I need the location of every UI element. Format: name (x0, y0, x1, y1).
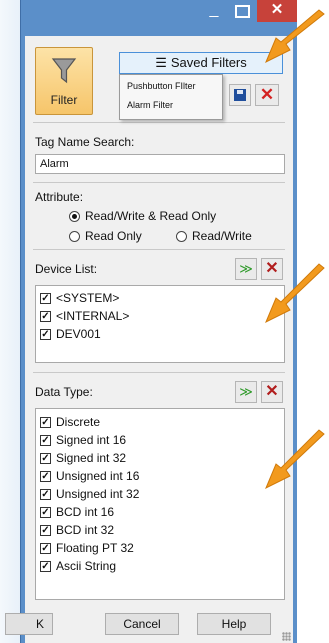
datatype-item-signed-int-32[interactable]: ✓ Signed int 32 (36, 449, 284, 467)
filter-button[interactable]: Filter (35, 47, 93, 115)
list-item-label: Signed int 32 (56, 451, 127, 465)
checkbox-checked-icon: ✓ (40, 488, 51, 500)
datatype-item-unsigned-int-32[interactable]: ✓ Unsigned int 32 (36, 485, 284, 503)
datatype-item-discrete[interactable]: ✓ Discrete (36, 413, 284, 431)
radio-label: Read/Write (192, 229, 252, 243)
filter-button-label: Filter (50, 93, 78, 107)
datatype-select-all-button[interactable]: ≫ (235, 381, 257, 403)
data-type-list-box: ✓ Discrete ✓ Signed int 16 ✓ Signed int 32 … (35, 408, 285, 600)
radio-read-write-and-read-only[interactable]: Read/Write & Read Only (69, 209, 216, 223)
data-type-header: Data Type: ≫ ✕ (35, 381, 285, 403)
checkbox-checked-icon: ✓ (40, 416, 51, 428)
datatype-item-bcd-int-32[interactable]: ✓ BCD int 32 (36, 521, 284, 539)
checkbox-checked-icon: ✓ (40, 506, 51, 518)
checkbox-checked-icon: ✓ (40, 524, 51, 536)
funnel-icon (51, 58, 77, 84)
radio-selected-icon (69, 210, 80, 222)
checkbox-checked-icon: ✓ (40, 328, 51, 340)
device-list-label: Device List: (35, 262, 98, 276)
dialog-client-area: Filter ☰ Saved Filters Pushbutton FIlter … (5, 36, 293, 643)
checkbox-checked-icon: ✓ (40, 434, 51, 446)
separator (33, 249, 285, 250)
saved-filters-label: Saved Filters (170, 55, 247, 70)
radio-label: Read Only (85, 229, 142, 243)
device-item-dev001[interactable]: ✓ DEV001 (36, 325, 284, 343)
datatype-item-signed-int-16[interactable]: ✓ Signed int 16 (36, 431, 284, 449)
annotation-arrow-data-type (265, 429, 325, 490)
datatype-item-ascii-string[interactable]: ✓ Ascii String (36, 557, 284, 575)
tag-name-search-input[interactable]: Alarm (35, 154, 285, 174)
list-item-label: <INTERNAL> (56, 309, 130, 323)
menu-item-pushbutton-filter[interactable]: Pushbutton FIlter (120, 77, 222, 96)
datatype-item-unsigned-int-16[interactable]: ✓ Unsigned int 16 (36, 467, 284, 485)
list-item-label: BCD int 16 (56, 505, 115, 519)
saved-filters-menu: Pushbutton FIlter Alarm Filter (119, 74, 223, 120)
annotation-arrow-saved-filters (265, 9, 325, 64)
checkbox-checked-icon: ✓ (40, 560, 51, 572)
resize-grip[interactable] (282, 632, 291, 641)
list-icon: ☰ (155, 55, 167, 70)
check-all-icon: ≫ (239, 261, 253, 276)
ok-button[interactable]: K (5, 613, 53, 635)
saved-filters-button[interactable]: ☰ Saved Filters (119, 52, 283, 74)
data-type-label: Data Type: (35, 385, 93, 399)
tag-name-search-label: Tag Name Search: (35, 135, 135, 149)
datatype-item-floating-pt-32[interactable]: ✓ Floating PT 32 (36, 539, 284, 557)
checkbox-checked-icon: ✓ (40, 470, 51, 482)
dialog-footer: K Cancel Help (5, 606, 293, 643)
radio-read-only[interactable]: Read Only (69, 229, 142, 243)
menu-item-alarm-filter[interactable]: Alarm Filter (120, 96, 222, 115)
list-item-label: Signed int 16 (56, 433, 127, 447)
device-item-system[interactable]: ✓ <SYSTEM> (36, 289, 284, 307)
datatype-clear-all-button[interactable]: ✕ (261, 381, 283, 403)
list-item-label: BCD int 32 (56, 523, 115, 537)
title-bar: _ ✕ (21, 0, 297, 36)
radio-unselected-icon (69, 230, 80, 242)
separator (33, 122, 285, 123)
list-item-label: Ascii String (56, 559, 117, 573)
minimize-button[interactable]: _ (201, 0, 227, 22)
annotation-arrow-device-list (265, 263, 325, 324)
attribute-label: Attribute: (35, 190, 84, 204)
uncheck-all-icon: ✕ (265, 383, 279, 400)
radio-unselected-icon (176, 230, 187, 242)
floppy-disk-icon (234, 89, 246, 101)
checkbox-checked-icon: ✓ (40, 310, 51, 322)
filter-dialog: _ ✕ Filter ☰ Saved Filters Pushbutton FIl… (5, 0, 297, 643)
check-all-icon: ≫ (239, 384, 253, 399)
list-item-label: Discrete (56, 415, 101, 429)
device-list-header: Device List: ≫ ✕ (35, 258, 285, 280)
datatype-item-bcd-int-16[interactable]: ✓ BCD int 16 (36, 503, 284, 521)
cancel-button[interactable]: Cancel (105, 613, 179, 635)
save-filter-button[interactable] (229, 84, 251, 106)
maximize-button[interactable] (229, 0, 255, 22)
list-item-label: Floating PT 32 (56, 541, 134, 555)
device-item-internal[interactable]: ✓ <INTERNAL> (36, 307, 284, 325)
separator (33, 182, 285, 183)
device-list-box: ✓ <SYSTEM> ✓ <INTERNAL> ✓ DEV001 (35, 285, 285, 363)
device-select-all-button[interactable]: ≫ (235, 258, 257, 280)
checkbox-checked-icon: ✓ (40, 452, 51, 464)
list-item-label: Unsigned int 32 (56, 487, 140, 501)
checkbox-checked-icon: ✓ (40, 542, 51, 554)
list-item-label: <SYSTEM> (56, 291, 120, 305)
list-item-label: Unsigned int 16 (56, 469, 140, 483)
list-item-label: DEV001 (56, 327, 101, 341)
separator (33, 372, 285, 373)
radio-label: Read/Write & Read Only (85, 209, 217, 223)
radio-read-write[interactable]: Read/Write (176, 229, 252, 243)
help-button[interactable]: Help (197, 613, 271, 635)
delete-filter-button[interactable]: ✕ (255, 84, 279, 106)
maximize-icon (234, 5, 250, 18)
checkbox-checked-icon: ✓ (40, 292, 51, 304)
